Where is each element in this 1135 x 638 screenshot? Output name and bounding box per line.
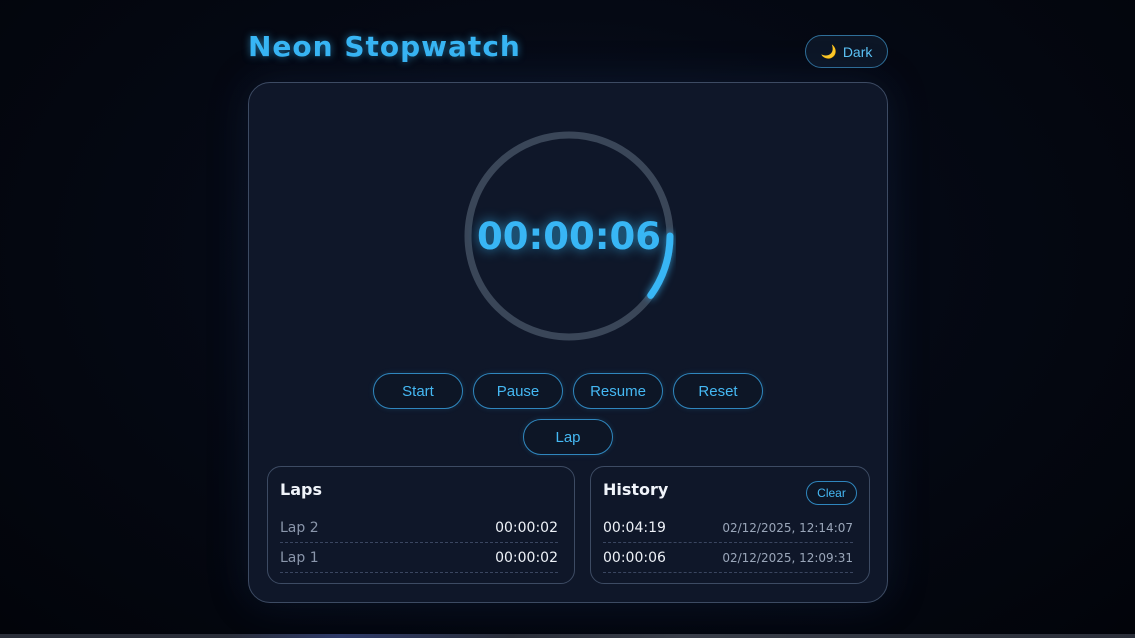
history-timestamp: 02/12/2025, 12:09:31 xyxy=(722,550,853,565)
lap-label: Lap 2 xyxy=(280,519,319,536)
history-panel: History Clear 00:04:19 02/12/2025, 12:14… xyxy=(590,466,870,584)
theme-toggle-label: Dark xyxy=(842,43,873,60)
laps-panel: Laps Lap 2 00:00:02 Lap 1 00:00:02 xyxy=(267,466,575,584)
start-button[interactable]: Start xyxy=(373,373,463,409)
lap-row: Lap 2 00:00:02 xyxy=(280,513,558,543)
clear-history-button[interactable]: Clear xyxy=(806,481,857,505)
lap-row: Lap 1 00:00:02 xyxy=(280,543,558,573)
lap-button[interactable]: Lap xyxy=(523,419,613,455)
stopwatch-card: 00:00:06 Start Pause Resume Reset Lap La… xyxy=(248,82,888,603)
history-timestamp: 02/12/2025, 12:14:07 xyxy=(722,520,853,535)
lap-time: 00:00:02 xyxy=(495,549,558,566)
lap-time: 00:00:02 xyxy=(495,519,558,536)
bottom-edge-bar xyxy=(0,634,1135,638)
app-title: Neon Stopwatch xyxy=(248,30,521,63)
history-title: History xyxy=(603,480,669,499)
reset-button[interactable]: Reset xyxy=(673,373,763,409)
resume-button[interactable]: Resume xyxy=(573,373,663,409)
progress-dial: 00:00:06 xyxy=(462,129,676,343)
pause-button[interactable]: Pause xyxy=(473,373,563,409)
history-row: 00:04:19 02/12/2025, 12:14:07 xyxy=(603,513,853,543)
laps-title: Laps xyxy=(280,480,322,499)
theme-toggle-button[interactable]: 🌙 Dark xyxy=(805,35,888,68)
lap-label: Lap 1 xyxy=(280,549,319,566)
history-duration: 00:04:19 xyxy=(603,519,666,536)
moon-icon: 🌙 xyxy=(820,43,837,59)
history-row: 00:00:06 02/12/2025, 12:09:31 xyxy=(603,543,853,573)
history-duration: 00:00:06 xyxy=(603,549,666,566)
elapsed-time-display: 00:00:06 xyxy=(476,214,662,258)
